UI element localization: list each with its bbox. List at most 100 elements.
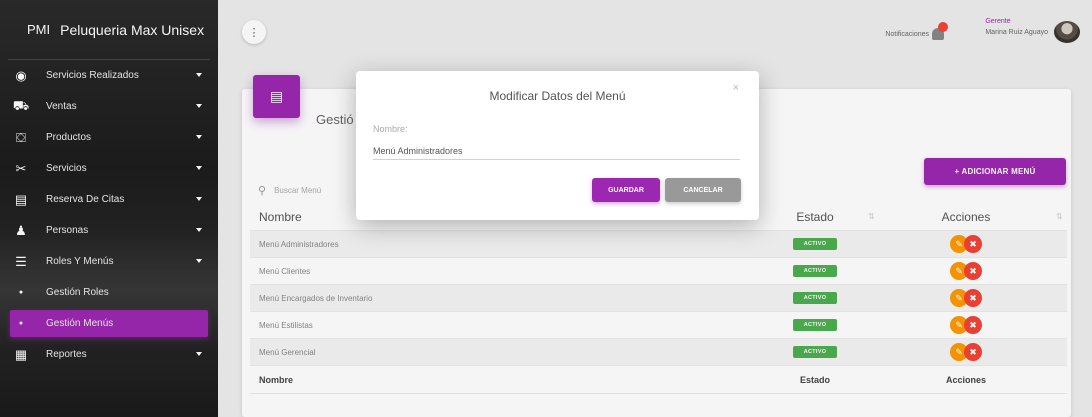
chevron-down-icon — [196, 197, 202, 201]
status-badge: ACTIVO — [793, 238, 837, 250]
sidebar-item-label: Gestión Roles — [46, 287, 109, 298]
row-name: Menú Estilistas — [259, 320, 313, 330]
avatar[interactable] — [1054, 21, 1080, 43]
chevron-down-icon — [196, 135, 202, 139]
sidebar-item-productos[interactable]: ⛋ Productos — [10, 124, 208, 151]
name-field-label: Nombre: — [373, 124, 408, 134]
sidebar-item-label: Productos — [46, 132, 92, 143]
cart-icon: ⛟ — [12, 97, 30, 113]
table-row: Menú Estilistas ACTIVO ✎ ✖ — [250, 312, 1067, 339]
brand-abbr: PMI — [27, 22, 51, 37]
header-name[interactable]: Nombre — [259, 210, 302, 224]
chevron-down-icon — [196, 228, 202, 232]
status-cell: ACTIVO — [787, 346, 843, 358]
status-badge: ACTIVO — [793, 319, 837, 331]
sidebar-item-gestión-menús[interactable]: ● Gestión Menús — [10, 310, 208, 337]
brand[interactable]: PMI Peluqueria Max Unisex — [8, 0, 210, 60]
sidebar-item-roles-y-menús[interactable]: ☰ Roles Y Menús — [10, 248, 208, 275]
actions-cell: ✎ ✖ — [926, 262, 1006, 280]
name-field[interactable] — [373, 143, 740, 160]
sidebar-item-label: Reportes — [46, 349, 87, 360]
eye-icon: ◉ — [15, 67, 27, 83]
basket-icon: ⛋ — [16, 129, 26, 145]
chevron-down-icon — [196, 73, 202, 77]
sidebar-item-gestión-roles[interactable]: ● Gestión Roles — [10, 279, 208, 306]
status-cell: ACTIVO — [787, 319, 843, 331]
sidebar-item-label: Roles Y Menús — [46, 256, 114, 267]
actions-cell: ✎ ✖ — [926, 343, 1006, 361]
actions-cell: ✎ ✖ — [926, 235, 1006, 253]
sidebar-item-reportes[interactable]: ▦ Reportes — [10, 341, 208, 368]
status-cell: ACTIVO — [787, 265, 843, 277]
thumbs-down-icon[interactable]: ✖ — [964, 262, 982, 280]
notification-badge — [938, 22, 948, 32]
sidebar-item-label: Gestión Menús — [46, 318, 114, 329]
user-role: Gerente — [985, 18, 1011, 25]
modal-title: Modificar Datos del Menú — [489, 89, 626, 103]
footer-actions: Acciones — [945, 374, 987, 385]
sidebar-item-personas[interactable]: ♟ Personas — [10, 217, 208, 244]
search-icon: ⚲ — [258, 184, 267, 197]
table-body: Menú Administradores ACTIVO ✎ ✖ Menú Cliente… — [250, 231, 1067, 366]
topbar: ⋮ Notificaciones Gerente Marina Ruiz Agu… — [218, 0, 1092, 60]
notifications[interactable]: Notificaciones — [885, 22, 948, 40]
footer-name: Nombre — [259, 374, 294, 385]
notifications-label: Notificaciones — [885, 30, 929, 38]
sidebar-item-reserva-de-citas[interactable]: ▤ Reserva De Citas — [10, 186, 208, 213]
row-name: Menú Gerencial — [259, 347, 316, 357]
chevron-down-icon — [196, 104, 202, 108]
save-button[interactable]: GUARDAR — [592, 178, 660, 202]
actions-cell: ✎ ✖ — [926, 289, 1006, 307]
user-name: Marina Ruiz Aguayo — [985, 29, 1048, 36]
card-title: Gestió — [316, 112, 354, 127]
list-icon: ☰ — [15, 253, 27, 269]
sidebar-nav: ◉ Servicios Realizados ⛟ Ventas ⛋ Productos ✂ S… — [0, 62, 218, 368]
header-state[interactable]: Estado — [787, 210, 843, 224]
search-input[interactable]: Buscar Menú — [274, 186, 321, 195]
thumbs-down-icon[interactable]: ✖ — [964, 235, 982, 253]
status-badge: ACTIVO — [793, 346, 837, 358]
sidebar-item-servicios-realizados[interactable]: ◉ Servicios Realizados — [10, 62, 208, 89]
row-name: Menú Encargados de Inventario — [259, 293, 373, 303]
close-icon[interactable]: × — [733, 82, 739, 94]
thumbs-down-icon[interactable]: ✖ — [964, 316, 982, 334]
add-menu-button[interactable]: + ADICIONAR MENÚ — [924, 158, 1066, 185]
header-actions: Acciones — [941, 209, 991, 224]
sidebar-item-servicios[interactable]: ✂ Servicios — [10, 155, 208, 182]
chevron-down-icon — [196, 166, 202, 170]
scissors-icon: ✂ — [15, 160, 27, 176]
cancel-button[interactable]: CANCELAR — [665, 178, 741, 202]
thumbs-down-icon[interactable]: ✖ — [964, 343, 982, 361]
status-cell: ACTIVO — [787, 238, 843, 250]
bullet-icon: ● — [18, 289, 24, 296]
user-info[interactable]: Gerente Marina Ruiz Aguayo — [985, 16, 1048, 38]
chevron-down-icon — [196, 352, 202, 356]
sidebar-item-label: Personas — [46, 225, 89, 236]
sidebar-item-ventas[interactable]: ⛟ Ventas — [10, 93, 208, 120]
row-name: Menú Administradores — [259, 239, 339, 249]
table-footer: Nombre Estado Acciones — [250, 366, 1067, 394]
table-row: Menú Encargados de Inventario ACTIVO ✎ ✖ — [250, 285, 1067, 312]
person-icon: ♟ — [15, 222, 27, 238]
sidebar-item-label: Servicios — [46, 163, 87, 174]
menus-table: Nombre ⇅ Estado ⇅ Acciones ⇅ Menú Admini… — [250, 203, 1067, 394]
sort-icon[interactable]: ⇅ — [868, 212, 875, 221]
table-row: Menú Administradores ACTIVO ✎ ✖ — [250, 231, 1067, 258]
bell-icon[interactable] — [932, 22, 948, 40]
sidebar-item-label: Ventas — [46, 101, 77, 112]
chevron-down-icon — [196, 259, 202, 263]
more-options-button[interactable]: ⋮ — [242, 20, 266, 44]
bullet-icon: ● — [18, 320, 24, 327]
thumbs-down-icon[interactable]: ✖ — [964, 289, 982, 307]
calendar-icon: ▤ — [14, 191, 28, 207]
sidebar-item-label: Reserva De Citas — [46, 194, 125, 205]
card-header-icon: ▤ — [253, 75, 300, 118]
sort-icon[interactable]: ⇅ — [1056, 212, 1063, 221]
brand-name: Peluqueria Max Unisex — [60, 21, 205, 38]
sidebar-item-label: Servicios Realizados — [46, 70, 139, 81]
table-row: Menú Gerencial ACTIVO ✎ ✖ — [250, 339, 1067, 366]
report-icon: ▦ — [14, 346, 28, 362]
status-badge: ACTIVO — [793, 265, 837, 277]
table-row: Menú Clientes ACTIVO ✎ ✖ — [250, 258, 1067, 285]
sidebar: PMI Peluqueria Max Unisex ◉ Servicios Rea… — [0, 0, 218, 417]
